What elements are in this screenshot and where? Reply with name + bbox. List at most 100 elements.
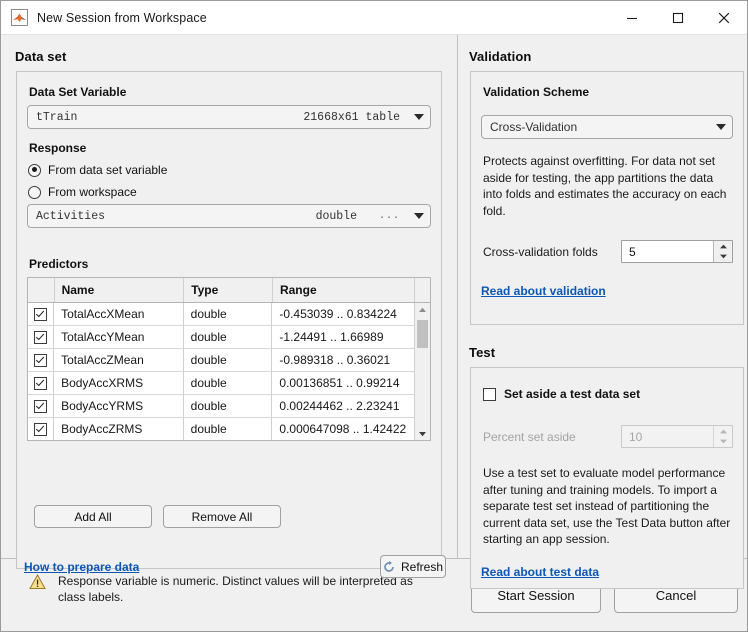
stepper-buttons (713, 241, 732, 262)
row-checkbox[interactable] (28, 395, 54, 417)
cell-range: -0.989318 .. 0.36021 (272, 349, 414, 371)
cell-type: double (184, 303, 273, 325)
cell-name: BodyAccYRMS (54, 395, 184, 417)
cell-name: TotalAccYMean (54, 326, 184, 348)
predictors-table[interactable]: Name Type Range TotalAccXMean double (27, 277, 431, 441)
cell-name: TotalAccXMean (54, 303, 184, 325)
checkbox-icon (483, 388, 496, 401)
row-checkbox[interactable] (28, 349, 54, 371)
row-checkbox[interactable] (28, 326, 54, 348)
checkbox-icon (34, 423, 47, 436)
checkbox-icon (34, 308, 47, 321)
cell-name: TotalAccZMean (54, 349, 184, 371)
radio-from-workspace[interactable]: From workspace (28, 183, 137, 201)
cell-range: -0.453039 .. 0.834224 (272, 303, 414, 325)
scrollbar-thumb[interactable] (417, 320, 428, 348)
radio-button-icon (28, 186, 41, 199)
checkbox-icon (34, 331, 47, 344)
close-button[interactable] (701, 1, 747, 34)
refresh-label: Refresh (401, 560, 443, 574)
data-set-column: Data set Data Set Variable tTrain 21668x… (1, 35, 457, 558)
table-row[interactable]: TotalAccZMean double -0.989318 .. 0.3602… (28, 349, 414, 372)
stepper-up-icon[interactable] (714, 241, 732, 252)
column-header-type[interactable]: Type (184, 278, 273, 302)
table-row[interactable]: TotalAccXMean double -0.453039 .. 0.8342… (28, 303, 414, 326)
predictors-scrollbar[interactable] (414, 303, 430, 440)
data-set-variable-label: Data Set Variable (29, 85, 126, 99)
scroll-up-icon[interactable] (418, 303, 427, 316)
maximize-button[interactable] (655, 1, 701, 34)
row-checkbox[interactable] (28, 418, 54, 440)
validation-group-title: Validation (469, 49, 531, 64)
stepper-down-icon[interactable] (714, 437, 732, 448)
radio-from-data-set-variable[interactable]: From data set variable (28, 161, 167, 179)
validation-scheme-combo[interactable]: Cross-Validation (481, 115, 733, 139)
response-label: Response (29, 141, 86, 155)
table-row[interactable]: BodyAccYRMS double 0.00244462 .. 2.23241 (28, 395, 414, 418)
row-checkbox[interactable] (28, 372, 54, 394)
stepper-buttons (713, 426, 732, 447)
response-variable-type: double (316, 210, 357, 223)
data-set-group-title: Data set (15, 49, 66, 64)
data-set-variable-combo[interactable]: tTrain 21668x61 table (27, 105, 431, 129)
validation-description: Protects against overfitting. For data n… (483, 153, 735, 219)
radio-button-icon (28, 164, 41, 177)
warning-triangle-icon (29, 574, 46, 593)
checkbox-icon (34, 354, 47, 367)
cell-type: double (184, 349, 273, 371)
read-about-test-data-link[interactable]: Read about test data (481, 565, 599, 579)
response-variable-combo[interactable]: Activities double ... (27, 204, 431, 228)
minimize-button[interactable] (609, 1, 655, 34)
table-row[interactable]: BodyAccZRMS double 0.000647098 .. 1.4242… (28, 418, 414, 440)
cell-name: BodyAccZRMS (54, 418, 184, 440)
radio-from-data-set-variable-label: From data set variable (48, 163, 167, 177)
predictors-table-body: TotalAccXMean double -0.453039 .. 0.8342… (28, 303, 430, 440)
test-group-title: Test (469, 345, 495, 360)
predictors-table-header: Name Type Range (28, 278, 430, 303)
table-row[interactable]: BodyAccXRMS double 0.00136851 .. 0.99214 (28, 372, 414, 395)
checkbox-icon (34, 400, 47, 413)
stepper-down-icon[interactable] (714, 252, 732, 263)
set-aside-test-checkbox[interactable]: Set aside a test data set (483, 387, 640, 401)
validation-scheme-label: Validation Scheme (483, 85, 589, 99)
how-to-prepare-data-link[interactable]: How to prepare data (24, 560, 139, 574)
cross-validation-folds-value[interactable]: 5 (622, 241, 713, 262)
percent-set-aside-value[interactable]: 10 (622, 426, 713, 447)
remove-all-button[interactable]: Remove All (163, 505, 281, 528)
cell-name: BodyAccXRMS (54, 372, 184, 394)
column-header-name[interactable]: Name (55, 278, 185, 302)
dialog-body: Data set Data Set Variable tTrain 21668x… (1, 35, 747, 558)
refresh-button[interactable]: Refresh (380, 555, 446, 578)
percent-set-aside-label: Percent set aside (483, 430, 576, 444)
row-checkbox[interactable] (28, 303, 54, 325)
read-about-validation-link[interactable]: Read about validation (481, 284, 606, 298)
cell-type: double (184, 372, 273, 394)
stepper-up-icon[interactable] (714, 426, 732, 437)
column-header-spacer (415, 278, 430, 302)
title-bar: New Session from Workspace (1, 1, 747, 35)
test-description: Use a test set to evaluate model perform… (483, 465, 737, 548)
validation-test-column: Validation Validation Scheme Cross-Valid… (458, 35, 747, 558)
table-row[interactable]: TotalAccYMean double -1.24491 .. 1.66989 (28, 326, 414, 349)
validation-scheme-value: Cross-Validation (490, 120, 577, 134)
scrollbar-track[interactable] (415, 316, 430, 427)
cell-type: double (184, 418, 273, 440)
column-header-select[interactable] (28, 278, 55, 302)
chevron-down-icon (414, 114, 424, 120)
window-controls (609, 1, 747, 34)
radio-from-workspace-label: From workspace (48, 185, 137, 199)
cross-validation-folds-stepper[interactable]: 5 (621, 240, 733, 263)
matlab-logo-icon (11, 9, 28, 26)
cell-range: 0.000647098 .. 1.42422 (272, 418, 414, 440)
scroll-down-icon[interactable] (418, 427, 427, 440)
cell-range: 0.00244462 .. 2.23241 (272, 395, 414, 417)
add-all-button[interactable]: Add All (34, 505, 152, 528)
new-session-dialog: New Session from Workspace Data set Data… (0, 0, 748, 632)
percent-set-aside-stepper[interactable]: 10 (621, 425, 733, 448)
cell-type: double (184, 326, 273, 348)
column-header-range[interactable]: Range (273, 278, 415, 302)
response-variable-value: Activities (36, 210, 105, 223)
checkbox-icon (34, 377, 47, 390)
refresh-icon (383, 561, 395, 573)
cell-type: double (184, 395, 273, 417)
